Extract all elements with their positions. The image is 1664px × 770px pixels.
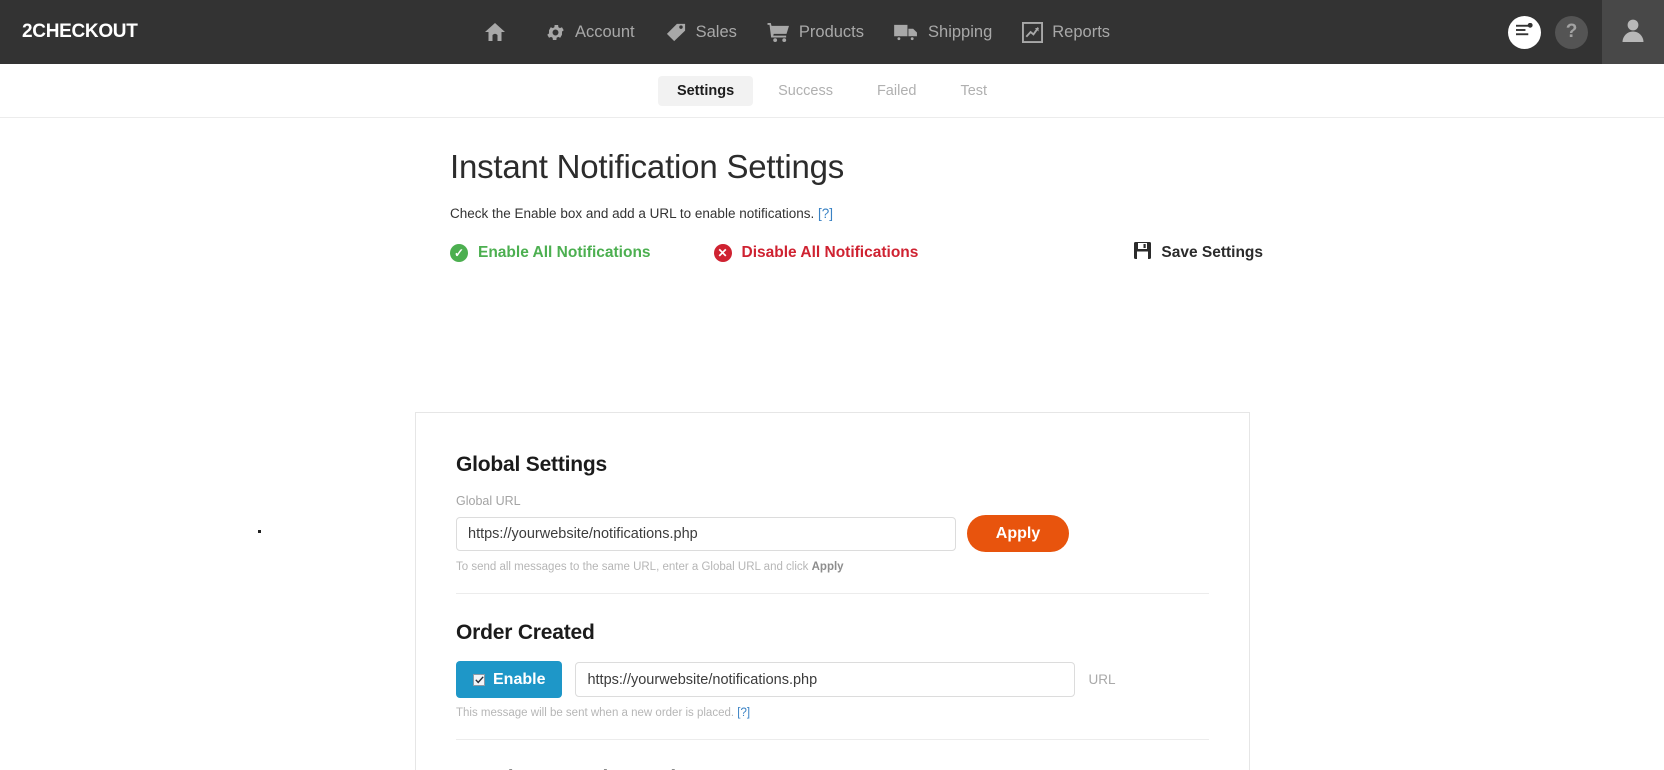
notifications-button[interactable]	[1508, 15, 1541, 49]
global-url-helper-prefix: To send all messages to the same URL, en…	[456, 561, 812, 573]
order-created-enable-button[interactable]: Enable	[456, 661, 563, 698]
global-settings-section: Global Settings Global URL Apply To send…	[456, 453, 1209, 594]
chart-icon	[1022, 21, 1044, 43]
help-button[interactable]: ?	[1555, 15, 1588, 49]
main-nav-links: Account Sales Products Shipping Reports	[484, 0, 1110, 64]
x-circle-icon: ✕	[713, 244, 732, 262]
enable-all-notifications-button[interactable]: ✓ Enable All Notifications	[450, 244, 651, 262]
disable-all-label: Disable All Notifications	[741, 244, 919, 261]
tab-success[interactable]: Success	[759, 76, 852, 106]
tag-icon	[665, 22, 687, 42]
order-created-enable-label: Enable	[493, 670, 546, 688]
page-content: Instant Notification Settings Check the …	[0, 118, 1664, 770]
order-created-helper-label: This message will be sent when a new ord…	[456, 707, 735, 719]
tab-failed[interactable]: Failed	[858, 76, 936, 106]
cart-icon	[767, 22, 790, 43]
nav-item-products-label: Products	[798, 22, 865, 41]
tab-test[interactable]: Test	[941, 76, 1006, 106]
top-navigation-bar: 2CHECKOUT Account Sales Products Shippin…	[0, 0, 1664, 64]
global-url-label: Global URL	[456, 494, 521, 508]
order-created-url-tag: URL	[1088, 672, 1116, 687]
event-section-order-created: Order Created Enable URL This message wi…	[456, 594, 1209, 740]
tab-settings[interactable]: Settings	[657, 75, 754, 106]
global-url-helper-bold: Apply	[811, 561, 844, 573]
settings-card: Global Settings Global URL Apply To send…	[415, 412, 1250, 770]
home-icon	[484, 22, 506, 42]
page-subtitle: Check the Enable box and add a URL to en…	[450, 206, 1290, 221]
nav-item-reports-label: Reports	[1052, 22, 1111, 41]
save-settings-button[interactable]: Save Settings	[1134, 242, 1263, 264]
disable-all-notifications-button[interactable]: ✕ Disable All Notifications	[713, 244, 919, 262]
subtitle-help-icon[interactable]: [?]	[818, 206, 833, 221]
nav-item-home[interactable]	[484, 22, 515, 42]
global-url-input[interactable]	[456, 516, 956, 551]
order-created-url-input[interactable]	[575, 662, 1076, 697]
order-created-row: Enable URL	[456, 661, 1209, 698]
enable-all-label: Enable All Notifications	[478, 244, 651, 261]
tab-bar: Settings Success Failed Test	[0, 64, 1664, 118]
apply-button[interactable]: Apply	[967, 515, 1069, 552]
global-url-row: Apply	[456, 515, 1209, 552]
floppy-disk-icon	[1134, 242, 1152, 264]
nav-item-sales-label: Sales	[695, 22, 737, 41]
global-url-helper-text: To send all messages to the same URL, en…	[456, 561, 1209, 573]
checkbox-checked-icon	[473, 673, 485, 686]
nav-item-account[interactable]: Account	[545, 22, 635, 43]
nav-item-shipping-label: Shipping	[928, 22, 993, 41]
nav-item-products[interactable]: Products	[767, 22, 864, 43]
order-created-heading: Order Created	[456, 621, 595, 644]
nav-item-sales[interactable]: Sales	[665, 22, 737, 42]
event-section-fraud-status-changed: Fraud Status Changed Enable URL This mes…	[456, 740, 1209, 770]
truck-icon	[894, 23, 919, 42]
question-mark-icon: ?	[1565, 21, 1578, 42]
order-created-help-icon[interactable]: [?]	[737, 707, 750, 719]
list-menu-icon	[1516, 22, 1533, 42]
cursor-artifact	[258, 530, 261, 533]
page-title: Instant Notification Settings	[450, 148, 845, 185]
global-settings-heading: Global Settings	[456, 453, 608, 476]
user-avatar-icon	[1620, 17, 1646, 48]
gear-icon	[545, 22, 566, 43]
page-header-area: Instant Notification Settings Check the …	[450, 148, 1290, 265]
check-circle-icon: ✓	[450, 244, 468, 262]
brand-logo[interactable]: 2CHECKOUT	[22, 21, 138, 43]
nav-item-account-label: Account	[575, 22, 635, 41]
nav-item-reports[interactable]: Reports	[1022, 21, 1111, 43]
user-avatar-button[interactable]	[1602, 0, 1664, 64]
order-created-helper-text: This message will be sent when a new ord…	[456, 707, 1209, 719]
nav-item-shipping[interactable]: Shipping	[894, 23, 992, 42]
nav-right-cluster: ?	[1508, 0, 1664, 64]
bulk-actions-row: ✓ Enable All Notifications ✕ Disable All…	[450, 241, 1290, 265]
page-subtitle-text: Check the Enable box and add a URL to en…	[450, 206, 815, 221]
save-settings-label: Save Settings	[1161, 244, 1264, 261]
